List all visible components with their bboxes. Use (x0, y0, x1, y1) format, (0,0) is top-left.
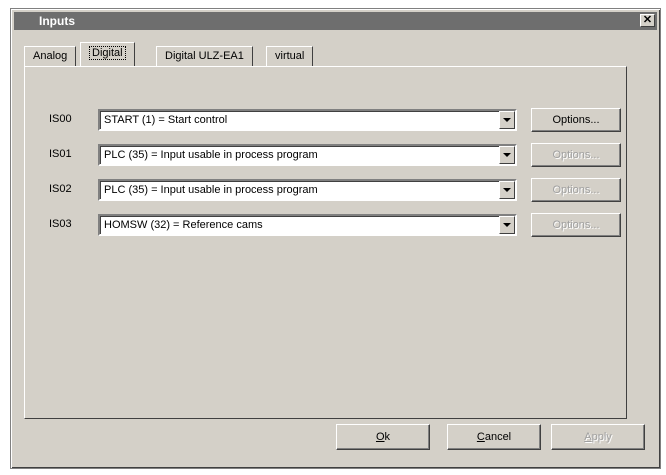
input-row-is01: IS01 PLC (35) = Input usable in process … (25, 143, 626, 167)
input-label: IS02 (49, 183, 72, 195)
input-label: IS00 (49, 113, 72, 125)
input-row-is02: IS02 PLC (35) = Input usable in process … (25, 178, 626, 202)
select-value: START (1) = Start control (104, 114, 228, 126)
apply-button: Apply (551, 424, 645, 450)
chevron-down-icon (503, 223, 511, 227)
input-row-is00: IS00 START (1) = Start control Options..… (25, 108, 626, 132)
cancel-button[interactable]: Cancel (447, 424, 541, 450)
input-function-select[interactable]: HOMSW (32) = Reference cams (98, 214, 517, 236)
chevron-down-icon (503, 118, 511, 122)
dropdown-button[interactable] (499, 146, 515, 164)
input-function-select[interactable]: START (1) = Start control (98, 109, 517, 131)
digital-inputs-panel: IS00 START (1) = Start control Options..… (24, 66, 627, 419)
title-bar: Inputs ✕ (14, 12, 657, 30)
tab-analog[interactable]: Analog (24, 46, 77, 66)
select-value: PLC (35) = Input usable in process progr… (104, 184, 318, 196)
tab-digital-ulz-ea1[interactable]: Digital ULZ-EA1 (156, 46, 253, 66)
dropdown-button[interactable] (499, 216, 515, 234)
window-title: Inputs (39, 14, 75, 28)
tab-virtual-label: virtual (275, 50, 305, 62)
close-button[interactable]: ✕ (640, 14, 655, 27)
options-button[interactable]: Options... (531, 108, 621, 132)
dropdown-button[interactable] (499, 111, 515, 129)
options-button: Options... (531, 178, 621, 202)
input-label: IS03 (49, 218, 72, 230)
input-function-select[interactable]: PLC (35) = Input usable in process progr… (98, 144, 517, 166)
tab-digital[interactable]: Digital (80, 42, 135, 66)
options-button: Options... (531, 143, 621, 167)
chevron-down-icon (503, 153, 511, 157)
ok-button[interactable]: Ok (336, 424, 430, 450)
tab-analog-label: Analog (33, 50, 68, 62)
select-value: PLC (35) = Input usable in process progr… (104, 149, 318, 161)
tab-digital-ulz-ea1-label: Digital ULZ-EA1 (165, 50, 244, 62)
dropdown-button[interactable] (499, 181, 515, 199)
input-row-is03: IS03 HOMSW (32) = Reference cams Options… (25, 213, 626, 237)
tab-virtual[interactable]: virtual (266, 46, 314, 66)
options-button: Options... (531, 213, 621, 237)
close-icon: ✕ (642, 14, 653, 26)
select-value: HOMSW (32) = Reference cams (104, 219, 263, 231)
tab-digital-label: Digital (89, 46, 126, 60)
chevron-down-icon (503, 188, 511, 192)
input-label: IS01 (49, 148, 72, 160)
input-function-select[interactable]: PLC (35) = Input usable in process progr… (98, 179, 517, 201)
